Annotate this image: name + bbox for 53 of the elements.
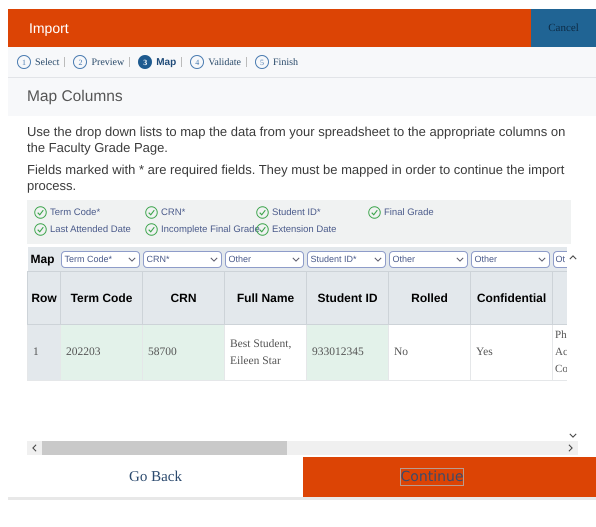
chevron-down-icon xyxy=(292,256,300,262)
step-number: 2 xyxy=(73,55,88,69)
column-header: CRN xyxy=(142,272,224,324)
dialog-title: Import xyxy=(29,20,69,36)
step-label[interactable]: Select xyxy=(35,56,60,68)
legend-label: Final Grade xyxy=(384,207,434,218)
step-number: 1 xyxy=(17,55,31,69)
mapping-dropdown[interactable]: Ot xyxy=(552,250,567,268)
table-cell: 202203 xyxy=(60,324,142,380)
chevron-down-icon xyxy=(456,256,464,262)
scrollbar-thumb[interactable] xyxy=(42,441,287,455)
legend-label: Last Attended Date xyxy=(50,224,131,235)
row-number: 1 xyxy=(28,324,60,380)
section-title: Map Columns xyxy=(27,88,123,106)
chevron-down-icon xyxy=(538,256,546,262)
mapping-dropdown[interactable]: Term Code* xyxy=(60,250,140,268)
table-cell: 933012345 xyxy=(306,324,388,380)
step-number: 4 xyxy=(190,55,204,69)
mapping-dropdown[interactable]: Other xyxy=(224,250,304,268)
column-header: Row xyxy=(28,272,60,324)
step-label[interactable]: Map xyxy=(156,56,176,68)
horizontal-scrollbar[interactable] xyxy=(27,441,578,455)
legend-label: Student ID* xyxy=(272,207,321,218)
scroll-up-icon[interactable] xyxy=(568,255,576,260)
table-cell: 58700 xyxy=(142,324,224,380)
chevron-down-icon xyxy=(128,256,136,262)
step-number: 5 xyxy=(254,55,269,69)
column-header: Confidential xyxy=(470,272,552,324)
mapping-dropdown[interactable]: Other xyxy=(388,250,468,268)
chevron-down-icon xyxy=(210,256,218,262)
column-header: Term Code xyxy=(60,272,142,324)
step-number: 3 xyxy=(138,55,152,69)
step-label[interactable]: Validate xyxy=(208,56,241,68)
table-cell: Yes xyxy=(470,324,552,380)
scroll-left-icon[interactable] xyxy=(32,444,37,452)
step-label[interactable]: Preview xyxy=(91,56,124,68)
mapping-dropdown[interactable]: CRN* xyxy=(142,250,222,268)
legend-label: Term Code* xyxy=(50,207,100,218)
step-label[interactable]: Finish xyxy=(272,56,298,68)
mapping-dropdown[interactable]: Other xyxy=(470,250,550,268)
chevron-down-icon xyxy=(374,256,382,262)
instruction-text: Use the drop down lists to map the data from your spreadsheet to the appropriate columns on the Faculty Grade Page. xyxy=(27,124,566,156)
column-header: Rolled xyxy=(388,272,470,324)
legend-label: Extension Date xyxy=(272,224,336,235)
table-cell: No xyxy=(388,324,470,380)
legend-label: CRN* xyxy=(161,207,186,218)
scroll-right-icon[interactable] xyxy=(568,444,573,452)
column-header: Student ID xyxy=(306,272,388,324)
instruction-text: Fields marked with * are required fields. They must be mapped in order to continue the import process. xyxy=(27,162,566,194)
column-header: Full Name xyxy=(224,272,306,324)
scroll-down-icon[interactable] xyxy=(568,433,576,438)
map-label: Map xyxy=(28,247,60,272)
mapping-dropdown[interactable]: Student ID* xyxy=(306,250,386,268)
